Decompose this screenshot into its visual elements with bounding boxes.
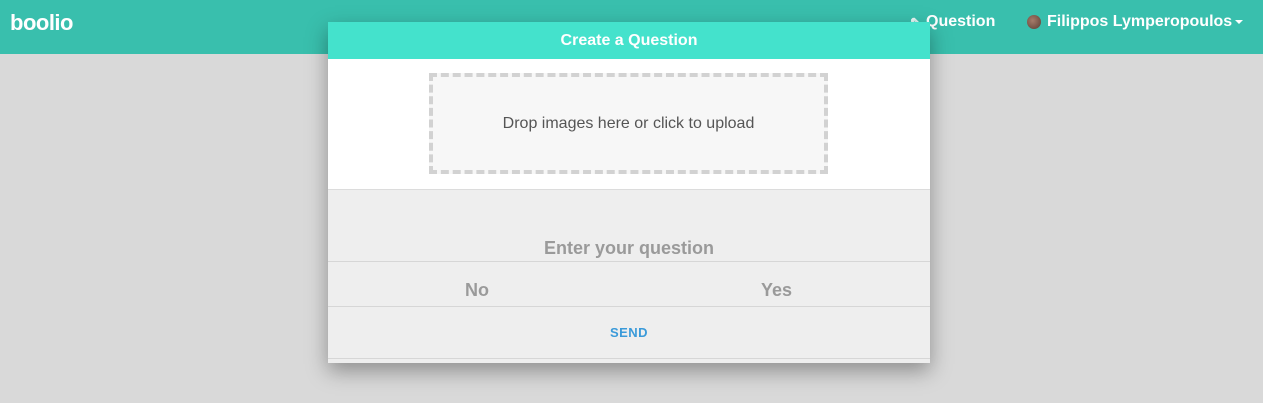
question-section — [328, 190, 930, 262]
create-question-modal: Create a Question Drop images here or cl… — [328, 22, 930, 363]
caret-down-icon — [1235, 20, 1244, 24]
user-name: Filippos Lymperopoulos — [1047, 13, 1233, 30]
avatar — [1027, 15, 1041, 29]
upload-section: Drop images here or click to upload — [328, 59, 930, 190]
answer-options: No Yes — [328, 262, 930, 307]
answer-yes[interactable]: Yes — [761, 280, 792, 301]
nav-question-label: Question — [926, 13, 996, 30]
image-dropzone[interactable]: Drop images here or click to upload — [429, 73, 828, 174]
question-input[interactable] — [328, 238, 930, 259]
answer-no[interactable]: No — [465, 280, 489, 301]
send-row: SEND — [328, 307, 930, 359]
dropzone-text: Drop images here or click to upload — [502, 114, 755, 132]
app-logo[interactable]: boolio — [10, 10, 73, 36]
send-button[interactable]: SEND — [610, 325, 648, 340]
user-menu[interactable]: Filippos Lymperopoulos — [1027, 13, 1244, 31]
modal-title: Create a Question — [328, 22, 930, 59]
